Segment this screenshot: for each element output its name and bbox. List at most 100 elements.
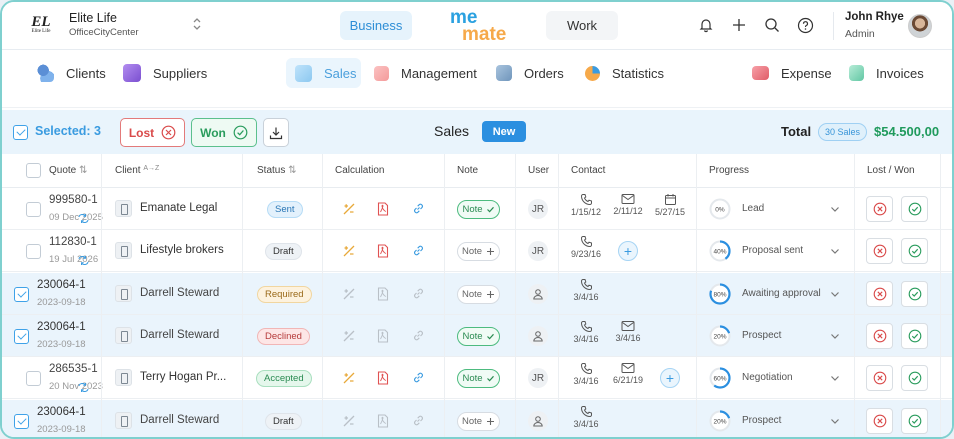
- nav-invoices[interactable]: Invoices: [849, 58, 924, 88]
- nav-management[interactable]: Management: [374, 58, 477, 88]
- pdf-icon[interactable]: [377, 413, 391, 428]
- pdf-icon[interactable]: [377, 371, 391, 385]
- nav-clients[interactable]: Clients: [36, 58, 106, 88]
- pipeline-stage[interactable]: Prospect: [742, 415, 781, 426]
- user-avatar-icon[interactable]: [528, 283, 548, 304]
- workspace-business-tab[interactable]: Business: [340, 11, 412, 40]
- table-row[interactable]: 230064-1 2023-09-18 Darrell Steward Require…: [2, 272, 952, 315]
- pdf-icon[interactable]: [377, 244, 391, 258]
- user-initials[interactable]: JR: [528, 241, 548, 262]
- pipeline-stage[interactable]: Prospect: [742, 330, 781, 341]
- table-row[interactable]: 286535-1 20 Nov 2023 Terry Hogan Pr... Acce…: [2, 357, 952, 400]
- contact-phone[interactable]: 3/4/16: [566, 362, 606, 386]
- mark-lost-button[interactable]: Lost: [120, 118, 185, 147]
- user-initials[interactable]: JR: [528, 199, 548, 219]
- select-all-checkbox[interactable]: [13, 125, 28, 140]
- quote-number[interactable]: 230064-1: [37, 406, 86, 418]
- client-name[interactable]: Terry Hogan Pr...: [140, 371, 226, 383]
- add-note-button[interactable]: Note: [457, 242, 500, 262]
- note-button[interactable]: Note: [457, 369, 500, 389]
- client-name[interactable]: Emanate Legal: [140, 202, 217, 214]
- contact-mail[interactable]: 2/11/12: [608, 193, 648, 216]
- chevron-down-icon[interactable]: [830, 416, 840, 426]
- nav-statistics[interactable]: Statistics: [585, 58, 664, 88]
- search-icon[interactable]: [763, 16, 781, 34]
- quote-number[interactable]: 999580-1: [49, 194, 98, 206]
- chevron-down-icon[interactable]: [830, 246, 840, 256]
- row-checkbox[interactable]: [26, 371, 41, 387]
- calculator-icon[interactable]: [342, 329, 356, 343]
- client-name[interactable]: Lifestyle brokers: [140, 244, 224, 256]
- quote-number[interactable]: 112830-1: [49, 236, 97, 248]
- row-checkbox[interactable]: [14, 328, 29, 344]
- status-badge[interactable]: Declined: [257, 327, 310, 345]
- contact-phone[interactable]: 3/4/16: [566, 278, 606, 302]
- chevron-down-icon[interactable]: [830, 331, 840, 341]
- download-button[interactable]: [263, 118, 289, 147]
- client-name[interactable]: Darrell Steward: [140, 287, 219, 299]
- table-row[interactable]: 230064-1 2023-09-18 Darrell Steward Decline…: [2, 314, 952, 357]
- row-checkbox[interactable]: [14, 413, 29, 429]
- calculator-icon[interactable]: [342, 244, 356, 258]
- row-won-button[interactable]: [901, 238, 928, 265]
- add-contact-button[interactable]: +: [618, 241, 638, 262]
- nav-expense[interactable]: Expense: [752, 58, 832, 88]
- row-lost-button[interactable]: [866, 280, 893, 307]
- row-checkbox[interactable]: [26, 202, 41, 217]
- link-icon[interactable]: [412, 371, 426, 385]
- user-avatar-icon[interactable]: [528, 325, 548, 346]
- user-initials[interactable]: JR: [528, 368, 548, 389]
- row-won-button[interactable]: [901, 322, 928, 349]
- contact-phone[interactable]: 3/4/16: [566, 320, 606, 344]
- contact-mail[interactable]: 6/21/19: [608, 362, 648, 385]
- new-sale-button[interactable]: New: [482, 121, 526, 142]
- row-lost-button[interactable]: [866, 238, 893, 265]
- status-badge[interactable]: Required: [257, 285, 312, 303]
- nav-orders[interactable]: Orders: [496, 58, 564, 88]
- quote-number[interactable]: 286535-1: [49, 363, 98, 375]
- contact-mail[interactable]: 3/4/16: [608, 320, 648, 343]
- pipeline-stage[interactable]: Awaiting approval: [742, 288, 821, 299]
- chevron-down-icon[interactable]: [830, 373, 840, 383]
- nav-suppliers[interactable]: Suppliers: [123, 58, 207, 88]
- row-lost-button[interactable]: [866, 322, 893, 349]
- bell-icon[interactable]: [697, 16, 715, 34]
- row-won-button[interactable]: [901, 196, 928, 222]
- row-checkbox[interactable]: [14, 286, 29, 302]
- plus-icon[interactable]: [730, 16, 748, 34]
- pipeline-stage[interactable]: Lead: [742, 203, 764, 214]
- company-switcher[interactable]: EL Elite Life Elite Life OfficeCityCente…: [24, 8, 210, 42]
- row-checkbox[interactable]: [26, 244, 41, 260]
- user-avatar-icon[interactable]: [528, 410, 548, 431]
- row-lost-button[interactable]: [866, 365, 893, 392]
- calculator-icon[interactable]: [342, 371, 356, 385]
- contact-phone[interactable]: 9/23/16: [566, 235, 606, 259]
- add-note-button[interactable]: Note: [457, 411, 500, 431]
- chevron-down-icon[interactable]: [830, 289, 840, 299]
- note-button[interactable]: Note: [457, 326, 500, 346]
- add-note-button[interactable]: Note: [457, 284, 500, 304]
- client-name[interactable]: Darrell Steward: [140, 329, 219, 341]
- column-client[interactable]: Client A→Z: [115, 165, 159, 176]
- calculator-icon[interactable]: [342, 287, 356, 301]
- header-select-checkbox[interactable]: [26, 163, 41, 178]
- quote-number[interactable]: 230064-1: [37, 279, 86, 291]
- link-icon[interactable]: [412, 329, 426, 343]
- pdf-icon[interactable]: [377, 287, 391, 301]
- link-icon[interactable]: [412, 414, 426, 428]
- calculator-icon[interactable]: [342, 414, 356, 428]
- calculator-icon[interactable]: [342, 202, 356, 216]
- row-won-button[interactable]: [901, 365, 928, 392]
- nav-sales[interactable]: Sales: [286, 58, 361, 88]
- table-row[interactable]: 999580-1 09 Dec 2025 Emanate Legal Sent Note…: [2, 188, 952, 230]
- status-badge[interactable]: Draft: [265, 243, 302, 261]
- contact-phone[interactable]: 3/4/16: [566, 405, 606, 429]
- contact-phone[interactable]: 1/15/12: [566, 193, 606, 217]
- avatar[interactable]: [908, 14, 932, 38]
- table-row[interactable]: 112830-1 19 Jul 2026 Lifestyle brokers Draf…: [2, 230, 952, 273]
- quote-number[interactable]: 230064-1: [37, 321, 86, 333]
- contact-calendar[interactable]: 5/27/15: [650, 193, 690, 217]
- pipeline-stage[interactable]: Negotiation: [742, 372, 793, 383]
- workspace-work-tab[interactable]: Work: [546, 11, 618, 40]
- status-badge[interactable]: Draft: [265, 412, 302, 430]
